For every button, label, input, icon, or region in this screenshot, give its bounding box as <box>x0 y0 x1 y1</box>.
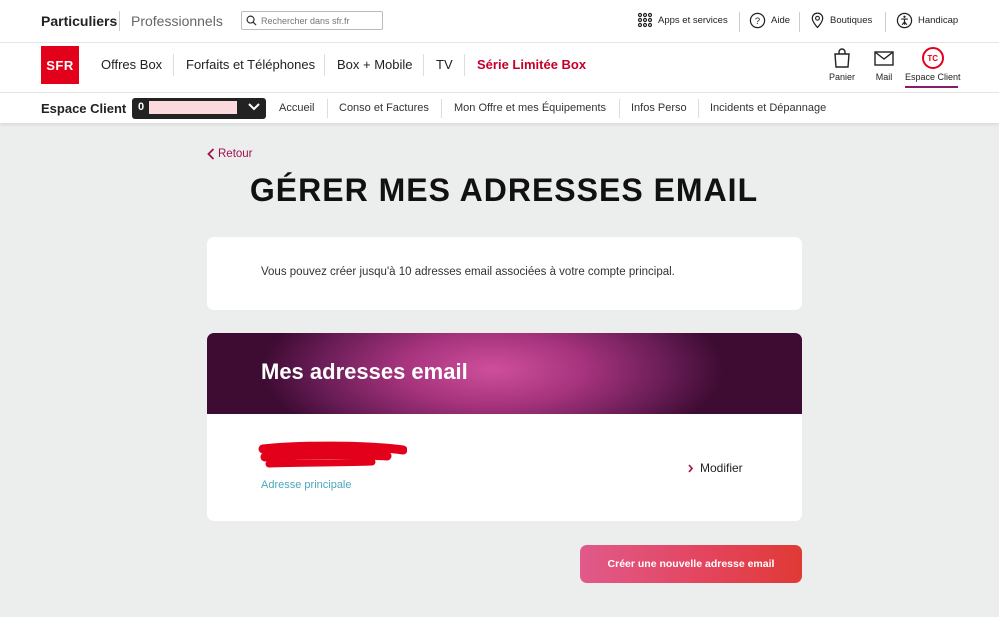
mail-icon <box>874 51 894 66</box>
divider <box>739 12 740 32</box>
chevron-right-icon <box>688 463 693 473</box>
svg-text:?: ? <box>755 16 760 27</box>
back-label: Retour <box>218 148 253 160</box>
nav-box-mobile[interactable]: Box + Mobile <box>337 57 413 72</box>
redacted-account-mask <box>149 101 237 114</box>
page-title: GÉRER MES ADRESSES EMAIL <box>249 172 759 208</box>
divider <box>423 54 424 76</box>
divider <box>441 99 442 118</box>
ec-link-infos-perso[interactable]: Infos Perso <box>631 102 687 114</box>
grid-icon <box>637 12 653 28</box>
divider <box>327 99 328 118</box>
espace-client-link[interactable]: TC Espace Client <box>905 47 961 82</box>
panier-link[interactable]: Panier <box>829 47 855 82</box>
accessibility-icon <box>896 12 913 29</box>
email-section-title: Mes adresses email <box>261 359 468 384</box>
panier-label: Panier <box>829 72 856 82</box>
handicap-link[interactable]: Handicap <box>896 12 958 29</box>
active-tab-indicator <box>905 86 958 88</box>
divider <box>324 54 325 76</box>
espace-client-label: Espace Client <box>905 72 961 82</box>
chevron-down-icon <box>248 103 260 111</box>
nav-forfaits-telephones[interactable]: Forfaits et Téléphones <box>186 57 315 72</box>
back-link[interactable]: Retour <box>207 148 253 160</box>
top-utility-bar: Particuliers Professionnels Apps et serv… <box>0 0 999 42</box>
chevron-left-icon <box>207 148 215 160</box>
mail-link[interactable]: Mail <box>873 47 895 82</box>
divider <box>119 11 120 31</box>
search-icon <box>246 15 257 26</box>
boutiques-link[interactable]: Boutiques <box>810 12 872 29</box>
divider <box>799 12 800 32</box>
nav-serie-limitee-box[interactable]: Série Limitée Box <box>477 57 586 72</box>
espace-client-avatar-icon: TC <box>921 47 944 69</box>
ec-link-accueil[interactable]: Accueil <box>279 102 314 114</box>
ec-link-incidents-depannage[interactable]: Incidents et Dépannage <box>710 102 826 114</box>
nav-tv[interactable]: TV <box>436 57 453 72</box>
divider <box>885 12 886 32</box>
apps-services-label: Apps et services <box>658 14 728 26</box>
modify-email-link[interactable]: Modifier <box>688 461 743 475</box>
nav-offres-box[interactable]: Offres Box <box>101 57 162 72</box>
shopping-bag-icon <box>834 48 850 68</box>
account-value: 0 <box>138 101 145 113</box>
redacted-email-scribble <box>258 441 407 468</box>
sfr-logo[interactable]: SFR <box>41 46 79 84</box>
info-text: Vous pouvez créer jusqu'à 10 adresses em… <box>261 266 675 278</box>
professionnels-link[interactable]: Professionnels <box>131 13 223 29</box>
modify-label: Modifier <box>700 461 743 475</box>
ec-link-offre-equipements[interactable]: Mon Offre et mes Équipements <box>454 102 606 114</box>
divider <box>619 99 620 118</box>
search-box[interactable] <box>241 11 383 30</box>
email-addresses-card: Mes adresses email Adresse principale Mo… <box>207 333 802 521</box>
espace-client-title: Espace Client <box>41 101 127 116</box>
account-selector[interactable]: 0 <box>132 98 266 119</box>
email-section-header: Mes adresses email <box>207 333 802 414</box>
particuliers-link[interactable]: Particuliers <box>41 13 117 29</box>
handicap-label: Handicap <box>918 15 959 26</box>
apps-services-link[interactable]: Apps et services <box>637 12 728 28</box>
divider <box>698 99 699 118</box>
divider <box>464 54 465 76</box>
location-pin-icon <box>811 12 824 29</box>
main-navigation: SFR Offres Box Forfaits et Téléphones Bo… <box>0 42 999 92</box>
search-input[interactable] <box>261 15 371 26</box>
aide-link[interactable]: ? Aide <box>749 12 790 29</box>
mail-label: Mail <box>875 72 893 82</box>
create-email-button[interactable]: Créer une nouvelle adresse email <box>580 545 802 583</box>
boutiques-label: Boutiques <box>830 15 873 26</box>
help-icon: ? <box>749 12 766 29</box>
aide-label: Aide <box>771 15 791 26</box>
ec-link-conso-factures[interactable]: Conso et Factures <box>339 102 429 114</box>
info-card: Vous pouvez créer jusqu'à 10 adresses em… <box>207 237 802 310</box>
primary-address-label: Adresse principale <box>261 479 352 491</box>
divider <box>173 54 174 76</box>
espace-client-bar: Espace Client 0 Accueil Conso et Facture… <box>0 92 999 123</box>
